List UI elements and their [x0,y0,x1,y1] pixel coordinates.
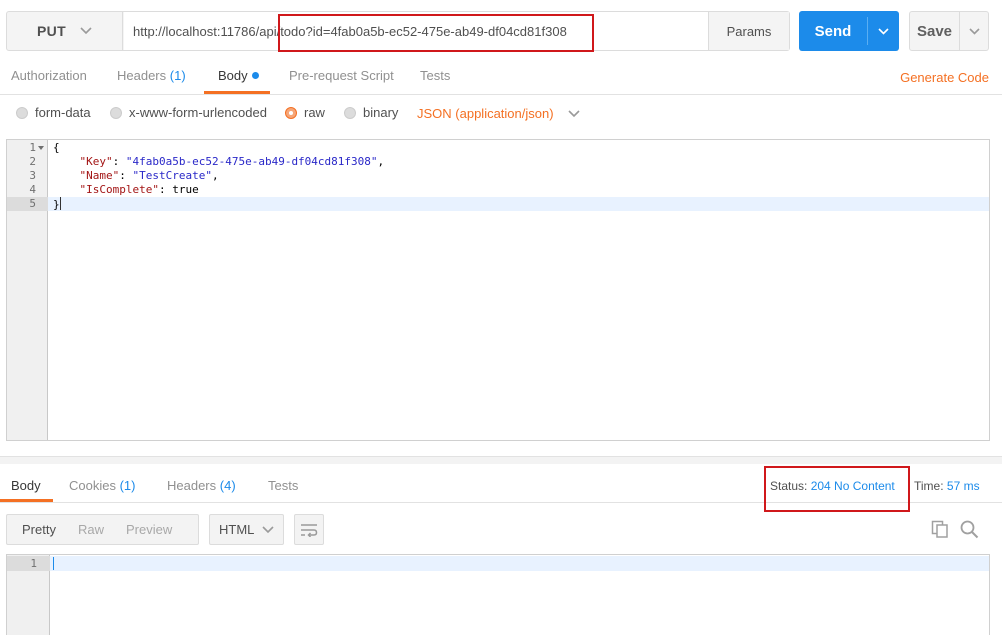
method-label: PUT [37,23,66,39]
request-body-editor[interactable]: 1 { 2 "Key": "4fab0a5b-ec52-475e-ab49-df… [6,139,990,441]
chevron-down-icon [80,27,92,35]
radio-x-www-form-urlencoded[interactable]: x-www-form-urlencoded [110,105,267,120]
line-number: 1 [30,557,37,570]
send-button[interactable]: Send [799,11,899,51]
url-highlight-box [278,14,594,52]
tab-tests[interactable]: Tests [420,68,450,83]
line-number: 4 [29,183,36,196]
tab-count: (4) [219,478,236,493]
text-cursor [59,197,61,210]
save-button-label: Save [916,22,953,40]
response-tab-cookies[interactable]: Cookies (1) [69,478,135,493]
tab-count: (1) [169,68,186,83]
code-line: 5 } [7,197,989,211]
search-button[interactable] [960,520,979,542]
wrap-lines-button[interactable] [294,514,324,545]
radio-raw[interactable]: raw [285,105,325,120]
code-line: 2 "Key": "4fab0a5b-ec52-475e-ab49-df04cd… [7,155,989,169]
time-readout: Time: 57 ms [914,479,980,493]
view-mode-group: Pretty Raw Preview [6,514,199,545]
view-pretty-button[interactable]: Pretty [7,522,64,537]
save-options-button[interactable] [960,12,988,50]
status-highlight-box [764,466,910,512]
line-number: 3 [29,169,36,182]
response-body-viewer[interactable]: 1 [6,554,990,635]
tab-label: Tests [268,478,299,493]
tab-label: Headers [167,478,217,493]
tab-authorization[interactable]: Authorization [11,68,87,83]
format-label: HTML [219,522,255,537]
content-type-label: JSON (application/json) [417,106,554,121]
tab-label: Body [218,68,248,83]
response-tab-tests[interactable]: Tests [268,478,298,493]
code-text: } [53,197,61,211]
content-type-select[interactable]: JSON (application/json) [417,106,580,121]
radio-circle-icon [110,106,122,119]
search-icon [960,520,979,539]
chevron-down-icon [878,27,889,35]
code-text: "Key": "4fab0a5b-ec52-475e-ab49-df04cd81… [79,155,385,168]
tab-label: Authorization [11,68,87,83]
time-value: 57 ms [946,479,980,493]
view-raw-button[interactable]: Raw [64,522,112,537]
code-line: 3 "Name": "TestCreate", [7,169,989,183]
radio-binary[interactable]: binary [344,105,398,120]
radio-label: binary [363,105,399,120]
tab-count: (1) [119,478,136,493]
radio-circle-icon [16,106,28,119]
send-options-button[interactable] [868,11,899,51]
chevron-down-icon [968,27,980,35]
tab-label: Headers [117,68,167,83]
tab-headers[interactable]: Headers (1) [117,68,186,83]
chevron-down-icon [567,109,580,117]
generate-code-link[interactable]: Generate Code [900,70,989,85]
tab-label: Pre-request Script [289,68,394,83]
chevron-down-icon [262,525,274,533]
code-line: 1 { [7,141,989,155]
radio-circle-icon [344,106,356,119]
response-tab-body[interactable]: Body [11,478,41,493]
code-line: 4 "IsComplete": true [7,183,989,197]
copy-icon [931,520,948,538]
radio-form-data[interactable]: form-data [16,105,91,120]
params-button[interactable]: Params [708,12,789,50]
save-button[interactable]: Save [909,11,989,51]
code-text: { [53,141,60,154]
radio-selected-icon [285,106,297,119]
tab-body[interactable]: Body [218,68,259,83]
line-number: 5 [29,197,36,210]
editor-active-line [50,556,989,571]
radio-label: form-data [35,105,91,120]
view-preview-button[interactable]: Preview [112,522,180,537]
radio-label: raw [304,105,325,120]
send-button-label: Send [814,22,852,40]
text-cursor [53,557,54,570]
method-select[interactable]: PUT [7,12,123,50]
tab-label: Body [11,478,41,493]
tab-label: Cookies [69,478,116,493]
fold-arrow-icon[interactable] [38,146,44,150]
code-text: "Name": "TestCreate", [79,169,219,182]
line-number: 1 [29,141,36,154]
request-tabs-divider [0,94,1002,95]
copy-button[interactable] [931,520,949,541]
line-number: 2 [29,155,36,168]
code-text: "IsComplete": true [79,183,199,196]
format-select[interactable]: HTML [209,514,284,545]
radio-label: x-www-form-urlencoded [129,105,267,120]
active-tab-underline [204,91,270,94]
pane-divider[interactable] [0,456,1002,464]
tab-pre-request-script[interactable]: Pre-request Script [289,68,394,83]
response-tab-headers[interactable]: Headers (4) [167,478,236,493]
wrap-lines-icon [301,523,318,537]
modified-dot-icon [251,72,259,79]
tab-label: Tests [420,68,451,83]
